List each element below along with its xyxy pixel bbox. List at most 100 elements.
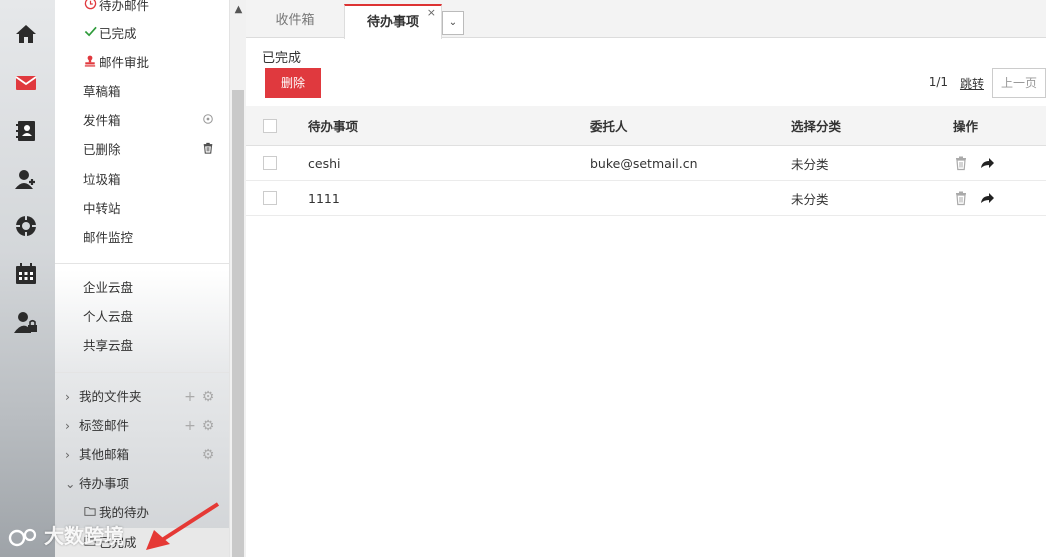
- tab-label: 待办事项: [366, 15, 419, 30]
- sidebar-item-transfer[interactable]: 中转站: [83, 199, 121, 219]
- sidebar-item-outbox[interactable]: 发件箱: [83, 111, 121, 131]
- group-other-mailboxes[interactable]: › 其他邮箱: [65, 445, 129, 465]
- home-icon[interactable]: [14, 22, 38, 46]
- sidebar-divider: [55, 263, 229, 264]
- sidebar-item-label: 发件箱: [83, 113, 121, 128]
- gear-icon[interactable]: ⚙: [199, 387, 217, 407]
- group-label: 我的文件夹: [79, 389, 142, 404]
- target-icon[interactable]: [199, 111, 217, 131]
- group-label: 标签邮件: [79, 418, 130, 433]
- row-checkbox[interactable]: [263, 191, 277, 205]
- sidebar-item-spam[interactable]: 垃圾箱: [83, 170, 121, 190]
- calendar-icon[interactable]: [14, 262, 38, 286]
- tab-bar: 收件箱 待办事项 × ⌄: [246, 0, 1046, 39]
- trash-icon[interactable]: [953, 190, 969, 206]
- forward-arrow-icon[interactable]: [979, 190, 995, 206]
- group-tag-mail[interactable]: › 标签邮件: [65, 416, 129, 436]
- cell-actions: [953, 181, 1005, 215]
- deleted-tools: [199, 140, 217, 160]
- sidebar-item-label: 待办邮件: [99, 0, 150, 13]
- plus-icon[interactable]: +: [181, 387, 199, 407]
- close-icon[interactable]: ×: [427, 0, 436, 30]
- row-select-cell: [263, 146, 277, 180]
- sidebar-item-label: 邮件审批: [99, 55, 150, 70]
- icon-rail: [0, 0, 55, 557]
- tab-more-dropdown[interactable]: ⌄: [442, 11, 464, 35]
- cell-delegate: buke@setmail.cn: [590, 155, 698, 171]
- select-all-cell: [263, 106, 277, 145]
- mail-icon[interactable]: [14, 71, 38, 95]
- sidebar-item-label: 个人云盘: [83, 309, 134, 324]
- sidebar-item-label: 草稿箱: [83, 84, 121, 99]
- gear-icon[interactable]: ⚙: [199, 416, 217, 436]
- sidebar-item-label: 垃圾箱: [83, 172, 121, 187]
- watermark-text: 大数跨境: [44, 524, 124, 548]
- col-header-item: 待办事项: [308, 119, 359, 134]
- folder-icon: [83, 503, 97, 523]
- tab-inbox[interactable]: 收件箱: [246, 4, 344, 38]
- forward-arrow-icon[interactable]: [979, 155, 995, 171]
- contacts-icon[interactable]: [14, 119, 38, 143]
- annotation-arrow-icon: [146, 502, 220, 550]
- chevron-right-icon: ›: [65, 418, 70, 433]
- scroll-up-icon[interactable]: ▲: [230, 0, 247, 20]
- sidebar-item-personal-cloud[interactable]: 个人云盘: [83, 307, 133, 327]
- table-row[interactable]: ceshi buke@setmail.cn 未分类: [246, 146, 1046, 181]
- col-header-category: 选择分类: [791, 119, 842, 134]
- sidebar-item-completed[interactable]: 已完成: [83, 24, 137, 44]
- cell-item: ceshi: [308, 155, 341, 171]
- col-header-actions: 操作: [953, 119, 979, 134]
- group-label: 其他邮箱: [79, 447, 130, 462]
- page-info: 1/1: [928, 75, 948, 89]
- outbox-tools: [199, 111, 217, 131]
- group-my-folders[interactable]: › 我的文件夹: [65, 387, 142, 407]
- group-todo[interactable]: ⌄ 待办事项: [65, 474, 129, 494]
- sidebar-item-deleted[interactable]: 已删除: [83, 140, 121, 160]
- delete-button[interactable]: 删除: [265, 68, 321, 98]
- add-user-icon[interactable]: [14, 167, 38, 191]
- sidebar-item-approval[interactable]: 邮件审批: [83, 53, 149, 73]
- row-select-cell: [263, 181, 277, 215]
- scroll-thumb[interactable]: [232, 90, 244, 557]
- plus-icon[interactable]: +: [181, 416, 199, 436]
- user-lock-icon[interactable]: [14, 310, 38, 334]
- pagination: 1/1 跳转 上一页: [906, 68, 1046, 98]
- chevron-right-icon: ›: [65, 389, 70, 404]
- sidebar-scrollbar[interactable]: ▲: [229, 0, 246, 557]
- tab-todo[interactable]: 待办事项 ×: [344, 4, 442, 39]
- sidebar-item-label: 中转站: [83, 201, 121, 216]
- sidebar-item-enterprise-cloud[interactable]: 企业云盘: [83, 278, 133, 298]
- my-folders-tools: + ⚙: [181, 387, 217, 407]
- table-header: 待办事项 委托人 选择分类 操作: [246, 106, 1046, 146]
- cell-actions: [953, 146, 1005, 180]
- trash-icon[interactable]: [953, 155, 969, 171]
- row-checkbox[interactable]: [263, 156, 277, 170]
- sidebar-divider: [55, 372, 229, 373]
- chevron-right-icon: ›: [65, 447, 70, 462]
- gear-icon[interactable]: ⚙: [199, 445, 217, 465]
- check-icon: [83, 24, 97, 44]
- cell-category: 未分类: [791, 156, 829, 172]
- col-header-delegate: 委托人: [590, 119, 628, 134]
- select-all-checkbox[interactable]: [263, 118, 277, 133]
- jump-link[interactable]: 跳转: [960, 75, 984, 92]
- sidebar-item-label: 已完成: [99, 26, 137, 41]
- table-row[interactable]: 1111 未分类: [246, 181, 1046, 216]
- sidebar-item-shared-cloud[interactable]: 共享云盘: [83, 336, 133, 356]
- cell-category: 未分类: [791, 191, 829, 207]
- prev-page-button[interactable]: 上一页: [992, 68, 1046, 98]
- clock-icon: [83, 0, 97, 16]
- sidebar-item-monitor[interactable]: 邮件监控: [83, 228, 133, 248]
- section-title: 已完成: [262, 51, 302, 66]
- trash-icon[interactable]: [199, 140, 217, 160]
- sidebar-item-label: 已删除: [83, 142, 121, 157]
- other-mailboxes-tools: ⚙: [199, 445, 217, 465]
- tag-mail-tools: + ⚙: [181, 416, 217, 436]
- sidebar-item-pending-mail[interactable]: 待办邮件: [83, 0, 149, 16]
- settings-icon[interactable]: [14, 214, 38, 238]
- sidebar-item-drafts[interactable]: 草稿箱: [83, 82, 121, 102]
- chevron-down-icon: ⌄: [65, 476, 76, 491]
- sidebar-item-label: 企业云盘: [83, 280, 134, 295]
- group-label: 待办事项: [79, 476, 130, 491]
- folder-sidebar: 待办邮件 已完成 邮件审批 草稿箱 发件箱 已删除 垃圾箱 中转站 邮件监控 企…: [55, 0, 229, 557]
